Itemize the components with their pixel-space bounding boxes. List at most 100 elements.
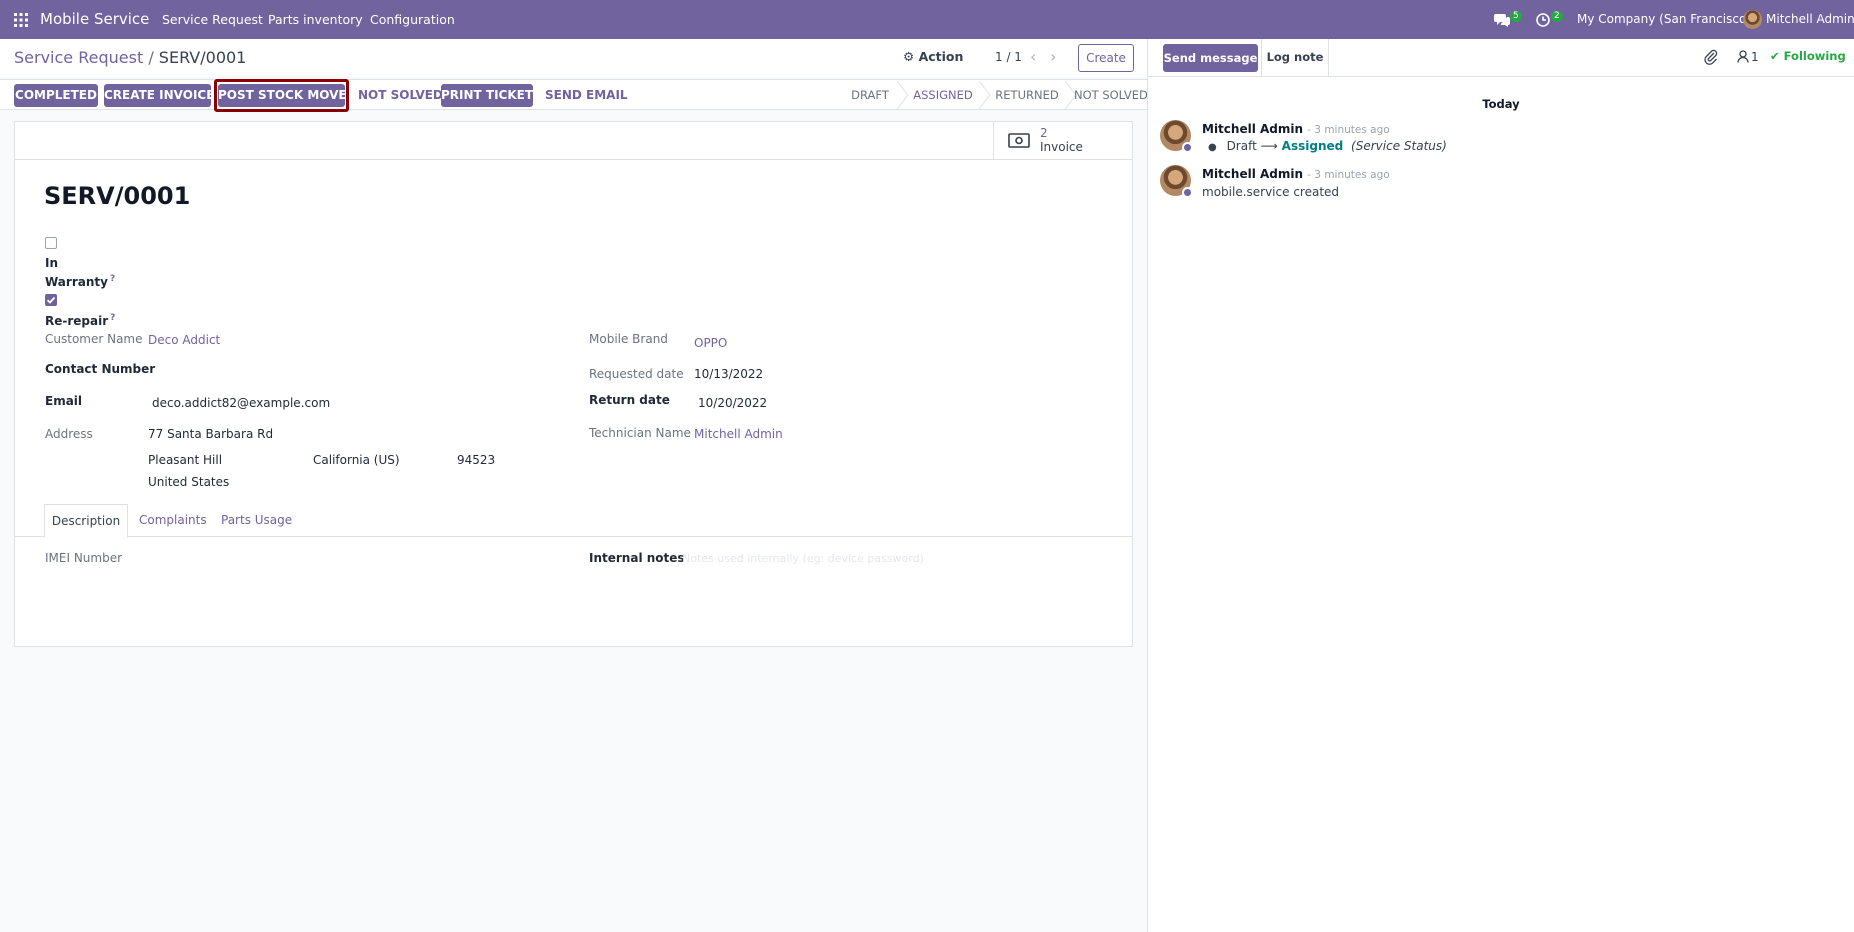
imei-number-field[interactable] bbox=[148, 548, 548, 568]
record-title: SERV/0001 bbox=[44, 182, 191, 210]
app-name[interactable]: Mobile Service bbox=[40, 0, 149, 39]
street-field[interactable]: 77 Santa Barbara Rd bbox=[148, 427, 273, 441]
pager-next-icon[interactable]: › bbox=[1050, 47, 1056, 66]
arrow-icon: ⟶ bbox=[1260, 139, 1278, 153]
stage-assigned[interactable]: ASSIGNED bbox=[906, 81, 980, 109]
action-label: Action bbox=[918, 49, 964, 64]
tab-parts-usage[interactable]: Parts Usage bbox=[221, 504, 292, 537]
message-author[interactable]: Mitchell Admin bbox=[1202, 167, 1303, 181]
log-note-label: Log note bbox=[1266, 50, 1324, 64]
technician-name-label: Technician Name bbox=[589, 426, 691, 440]
user-avatar[interactable] bbox=[1743, 10, 1762, 29]
city-field[interactable]: Pleasant Hill bbox=[148, 453, 222, 467]
create-invoice-button[interactable]: CREATE INVOICE bbox=[104, 84, 214, 107]
messages-icon[interactable] bbox=[1494, 0, 1510, 39]
internal-notes-field[interactable]: Notes used internally (eg: device passwo… bbox=[682, 552, 924, 565]
in-warranty-label-text: Warranty bbox=[45, 275, 108, 289]
date-separator: Today bbox=[1482, 97, 1520, 111]
activities-icon[interactable] bbox=[1536, 0, 1550, 39]
mobile-brand-label: Mobile Brand bbox=[589, 332, 668, 346]
messages-count-badge: 5 bbox=[1510, 11, 1522, 22]
imei-number-label: IMEI Number bbox=[45, 551, 123, 565]
breadcrumb-parent[interactable]: Service Request bbox=[14, 48, 143, 67]
followers-count[interactable]: 1 bbox=[1751, 50, 1759, 64]
technician-name-field[interactable]: Mitchell Admin bbox=[694, 427, 783, 441]
message-time: - 3 minutes ago bbox=[1307, 169, 1390, 181]
user-menu[interactable]: Mitchell Admin bbox=[1766, 0, 1854, 39]
following-button[interactable]: ✔ Following bbox=[1770, 49, 1846, 63]
tab-description[interactable]: Description bbox=[44, 504, 128, 538]
attachment-icon[interactable] bbox=[1704, 49, 1718, 69]
help-icon[interactable]: ? bbox=[110, 313, 115, 323]
menu-service-request[interactable]: Service Request bbox=[162, 0, 263, 39]
activities-count-badge: 2 bbox=[1551, 11, 1563, 22]
create-button[interactable]: Create bbox=[1078, 44, 1134, 72]
pager-previous-icon[interactable]: ‹ bbox=[1030, 47, 1036, 66]
internal-notes-label: Internal notes bbox=[589, 551, 685, 565]
invoice-smart-button[interactable]: 2 Invoice bbox=[993, 122, 1132, 160]
stage-draft[interactable]: DRAFT bbox=[840, 81, 900, 109]
contact-number-field[interactable] bbox=[148, 359, 448, 379]
requested-date-field[interactable]: 10/13/2022 bbox=[694, 367, 763, 381]
send-message-button[interactable]: Send message bbox=[1163, 44, 1258, 72]
tracking-new-value: Assigned bbox=[1281, 139, 1344, 153]
message-body: mobile.service created bbox=[1202, 185, 1340, 199]
bullet-icon: ● bbox=[1208, 142, 1217, 153]
requested-date-label: Requested date bbox=[589, 367, 684, 381]
message-header: Mitchell Admin - 3 minutes ago bbox=[1202, 122, 1390, 137]
menu-configuration[interactable]: Configuration bbox=[370, 0, 455, 39]
return-date-field[interactable]: 10/20/2022 bbox=[698, 396, 767, 410]
top-navbar: Mobile Service Service Request Parts inv… bbox=[0, 0, 1854, 39]
in-warranty-checkbox[interactable] bbox=[45, 237, 57, 249]
zip-field[interactable]: 94523 bbox=[457, 453, 495, 467]
message-author-avatar[interactable] bbox=[1160, 165, 1193, 198]
email-field[interactable]: deco.addict82@example.com bbox=[152, 396, 330, 410]
message-header: Mitchell Admin - 3 minutes ago bbox=[1202, 167, 1390, 182]
apps-menu-icon[interactable] bbox=[14, 0, 30, 39]
state-field[interactable]: California (US) bbox=[313, 453, 400, 467]
message-author[interactable]: Mitchell Admin bbox=[1202, 122, 1303, 136]
in-warranty-label: In bbox=[45, 256, 59, 270]
message-author-avatar[interactable] bbox=[1160, 120, 1193, 153]
followers-icon[interactable] bbox=[1737, 50, 1749, 67]
return-date-label: Return date bbox=[589, 393, 670, 407]
tab-complaints[interactable]: Complaints bbox=[139, 504, 207, 537]
send-message-label: Send message bbox=[1163, 51, 1258, 65]
pager-value[interactable]: 1 / 1 bbox=[995, 50, 1022, 64]
completed-button[interactable]: COMPLETED bbox=[14, 84, 98, 107]
log-note-button[interactable]: Log note bbox=[1261, 39, 1329, 77]
print-ticket-button[interactable]: PRINT TICKET bbox=[441, 84, 533, 107]
contact-number-label: Contact Number bbox=[45, 362, 156, 376]
company-switcher[interactable]: My Company (San Francisco) bbox=[1577, 0, 1751, 39]
rerepair-checkbox[interactable] bbox=[45, 294, 57, 306]
help-icon[interactable]: ? bbox=[110, 274, 115, 284]
customer-name-field[interactable]: Deco Addict bbox=[148, 333, 220, 347]
tracking-field-name: (Service Status) bbox=[1351, 139, 1447, 153]
menu-parts-inventory[interactable]: Parts inventory bbox=[268, 0, 363, 39]
control-panel: Service Request / SERV/0001 ⚙ Action 1 /… bbox=[0, 39, 1147, 77]
form-statusbar: COMPLETED CREATE INVOICE POST STOCK MOVE… bbox=[0, 79, 1148, 112]
breadcrumb: Service Request / SERV/0001 bbox=[14, 48, 246, 67]
create-label: Create bbox=[1086, 51, 1126, 65]
rerepair-label: Re-repair? bbox=[45, 313, 115, 328]
stage-not-solved[interactable]: NOT SOLVED bbox=[1074, 81, 1148, 109]
invoice-label: Invoice bbox=[1040, 140, 1083, 154]
country-field[interactable]: United States bbox=[148, 475, 229, 489]
invoice-count: 2 bbox=[1040, 126, 1048, 140]
tab-description-label: Description bbox=[51, 514, 121, 528]
breadcrumb-current: SERV/0001 bbox=[158, 48, 247, 67]
not-solved-button[interactable]: NOT SOLVED bbox=[358, 84, 443, 107]
send-email-button[interactable]: SEND EMAIL bbox=[545, 84, 628, 107]
chatter-panel: Send message Log note 1 ✔ Following Toda… bbox=[1147, 39, 1854, 932]
tracking-value: ● Draft ⟶ Assigned (Service Status) bbox=[1208, 139, 1447, 153]
address-label: Address bbox=[45, 427, 93, 441]
rerepair-label-text: Re-repair bbox=[45, 314, 109, 328]
gear-icon: ⚙ bbox=[903, 49, 915, 64]
money-icon bbox=[1008, 133, 1030, 152]
mobile-brand-field[interactable]: OPPO bbox=[694, 336, 727, 350]
tracking-old-value: Draft bbox=[1226, 139, 1257, 153]
customer-name-label: Customer Name bbox=[45, 332, 143, 346]
breadcrumb-separator: / bbox=[148, 48, 154, 67]
stage-returned[interactable]: RETURNED bbox=[988, 81, 1066, 109]
action-menu-button[interactable]: ⚙ Action bbox=[903, 49, 963, 64]
